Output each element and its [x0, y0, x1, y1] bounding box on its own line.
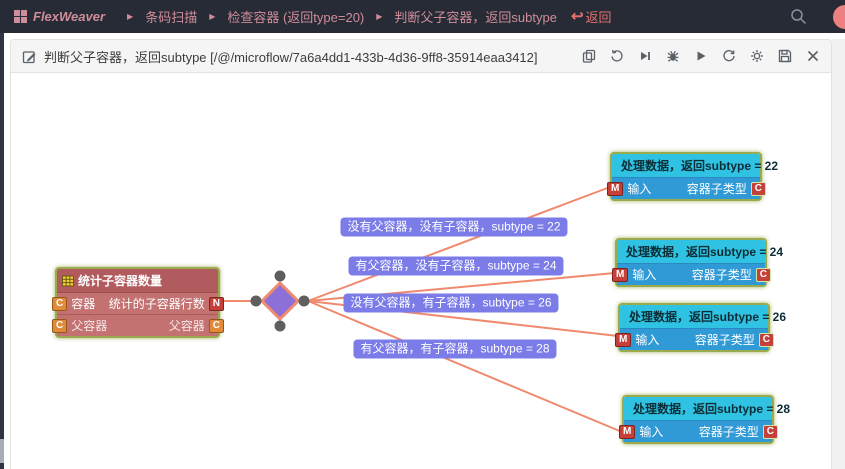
refresh-icon[interactable] — [721, 48, 737, 64]
edge-label-subtype-26[interactable]: 没有父容器，有子容器，subtype = 26 — [343, 294, 558, 313]
topbar: FlexWeaver ▶ 条码扫描 ▶ 检查容器 (返回type=20) ▶ 判… — [0, 0, 845, 33]
port-badge-in[interactable]: M — [607, 182, 623, 196]
settings-gear-icon[interactable] — [749, 48, 765, 64]
node-row: M 输入 容器子类型 C — [620, 328, 768, 350]
panel-toolbar — [581, 48, 821, 64]
port-badge-in[interactable]: C — [52, 319, 67, 333]
edge-label-subtype-22[interactable]: 没有父容器，没有子容器，subtype = 22 — [340, 218, 567, 237]
flow-edge-subtype-28[interactable] — [308, 301, 622, 432]
diamond-port-left — [251, 296, 262, 307]
node-count-children[interactable]: 统计子容器数量 C 容器 统计的子容器行数 N C 父容器 父容器 C — [55, 267, 220, 338]
node-header: 处理数据，返回subtype = 22 — [612, 154, 760, 177]
edge-label-subtype-28[interactable]: 有父容器，有子容器，subtype = 28 — [353, 340, 556, 359]
port-badge-in[interactable]: C — [52, 297, 67, 311]
logo-text: FlexWeaver — [33, 9, 105, 24]
node-title: 处理数据，返回subtype = 28 — [633, 400, 790, 417]
port-label-in: 输入 — [627, 180, 651, 197]
panel-header: 判断父子容器，返回subtype [/@/microflow/7a6a4dd1-… — [11, 40, 831, 73]
node-title: 处理数据，返回subtype = 22 — [621, 157, 778, 174]
breadcrumb-item-2[interactable]: 检查容器 (返回type=20) — [227, 7, 364, 26]
undo-icon[interactable] — [609, 48, 625, 64]
port-label-out: 容器子类型 — [699, 423, 759, 440]
node-header: 处理数据，返回subtype = 24 — [617, 240, 765, 263]
node-process-subtype-24[interactable]: 处理数据，返回subtype = 24 M 输入 容器子类型 C — [615, 238, 767, 287]
node-row: C 容器 统计的子容器行数 N — [57, 293, 218, 314]
breadcrumb-arrow-icon: ▶ — [376, 12, 382, 21]
logo-grid-icon — [14, 10, 27, 23]
port-label-in: 输入 — [632, 266, 656, 283]
flow-canvas[interactable]: 没有父容器，没有子容器，subtype = 22 有父容器，没有子容器，subt… — [11, 73, 831, 469]
node-header: 统计子容器数量 — [57, 269, 218, 293]
port-label-out: 统计的子容器行数 — [109, 295, 205, 312]
node-header: 处理数据，返回subtype = 28 — [624, 397, 772, 420]
breadcrumb-item-3[interactable]: 判断父子容器，返回subtype — [394, 7, 557, 26]
port-label-in: 父容器 — [71, 317, 107, 334]
close-icon[interactable] — [805, 48, 821, 64]
table-grid-icon — [62, 275, 74, 287]
edit-icon — [21, 48, 37, 64]
step-forward-icon[interactable] — [637, 48, 653, 64]
app-logo[interactable]: FlexWeaver — [14, 9, 105, 24]
diamond-port-top — [275, 271, 286, 282]
port-label-out: 父容器 — [169, 317, 205, 334]
left-sidebar-edge — [0, 33, 4, 469]
node-process-subtype-26[interactable]: 处理数据，返回subtype = 26 M 输入 容器子类型 C — [618, 303, 770, 352]
return-button[interactable]: ↩ 返回 — [571, 7, 612, 26]
breadcrumb-arrow-icon: ▶ — [209, 12, 215, 21]
node-process-subtype-22[interactable]: 处理数据，返回subtype = 22 M 输入 容器子类型 C — [610, 152, 762, 201]
node-row: C 父容器 父容器 C — [57, 314, 218, 336]
port-badge-out[interactable]: C — [751, 182, 766, 196]
node-title: 统计子容器数量 — [78, 272, 162, 289]
port-label-out: 容器子类型 — [687, 180, 747, 197]
port-label-in: 容器 — [71, 295, 95, 312]
flow-edge-subtype-22[interactable] — [308, 187, 610, 301]
port-badge-out[interactable]: C — [763, 425, 778, 439]
node-row: M 输入 容器子类型 C — [612, 177, 760, 199]
node-title: 处理数据，返回subtype = 24 — [626, 243, 783, 260]
port-label-in: 输入 — [635, 331, 659, 348]
return-arrow-icon: ↩ — [571, 9, 584, 24]
node-row: M 输入 容器子类型 C — [617, 263, 765, 285]
run-play-icon[interactable] — [693, 48, 709, 64]
page-title: 判断父子容器，返回subtype [/@/microflow/7a6a4dd1-… — [44, 47, 538, 66]
avatar[interactable] — [833, 5, 845, 29]
main-area: 判断父子容器，返回subtype [/@/microflow/7a6a4dd1-… — [0, 33, 845, 469]
port-badge-out[interactable]: C — [209, 319, 224, 333]
vertical-scrollbar[interactable] — [832, 39, 845, 469]
port-badge-out[interactable]: C — [756, 268, 771, 282]
port-badge-out[interactable]: N — [209, 297, 224, 311]
decision-diamond[interactable] — [262, 283, 298, 319]
port-label-out: 容器子类型 — [692, 266, 752, 283]
left-scrollbar-thumb[interactable] — [0, 439, 4, 463]
node-row: M 输入 容器子类型 C — [624, 420, 772, 442]
port-badge-out[interactable]: C — [759, 333, 774, 347]
port-badge-in[interactable]: M — [612, 268, 628, 282]
diamond-port-right — [299, 296, 310, 307]
node-header: 处理数据，返回subtype = 26 — [620, 305, 768, 328]
node-title: 处理数据，返回subtype = 26 — [629, 308, 786, 325]
search-icon[interactable] — [790, 8, 807, 25]
breadcrumb-arrow-icon: ▶ — [127, 12, 133, 21]
port-label-out: 容器子类型 — [695, 331, 755, 348]
microflow-panel: 判断父子容器，返回subtype [/@/microflow/7a6a4dd1-… — [10, 39, 832, 469]
debug-bug-icon[interactable] — [665, 48, 681, 64]
diamond-port-bottom — [275, 321, 286, 332]
port-label-in: 输入 — [639, 423, 663, 440]
copy-icon[interactable] — [581, 48, 597, 64]
breadcrumb-item-1[interactable]: 条码扫描 — [145, 7, 197, 26]
return-label: 返回 — [586, 7, 612, 26]
node-process-subtype-28[interactable]: 处理数据，返回subtype = 28 M 输入 容器子类型 C — [622, 395, 774, 444]
port-badge-in[interactable]: M — [615, 333, 631, 347]
port-badge-in[interactable]: M — [619, 425, 635, 439]
edge-label-subtype-24[interactable]: 有父容器，没有子容器，subtype = 24 — [348, 257, 563, 276]
save-icon[interactable] — [777, 48, 793, 64]
